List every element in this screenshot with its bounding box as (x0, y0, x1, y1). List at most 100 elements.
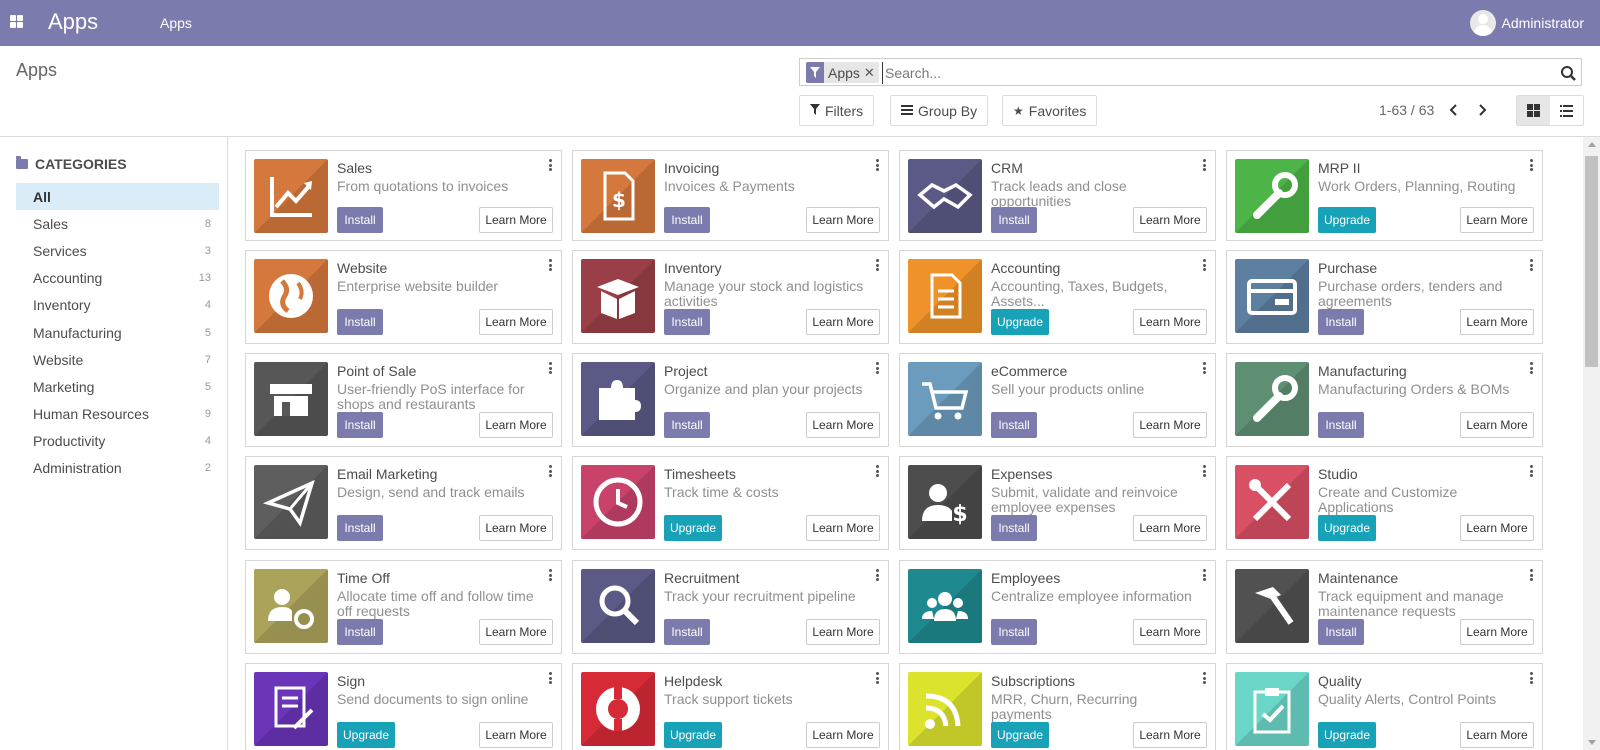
group-by-button[interactable]: Group By (890, 95, 989, 126)
list-view-icon[interactable] (1550, 96, 1583, 125)
learn-more-button[interactable]: Learn More (479, 207, 553, 233)
sidebar-item-services[interactable]: Services 3 (16, 237, 219, 264)
app-card-timesheets[interactable]: Timesheets Track time & costs Upgrade Le… (572, 456, 889, 550)
learn-more-button[interactable]: Learn More (479, 619, 553, 645)
learn-more-button[interactable]: Learn More (1460, 412, 1534, 438)
learn-more-button[interactable]: Learn More (479, 412, 553, 438)
learn-more-button[interactable]: Learn More (806, 309, 880, 335)
kebab-menu-icon[interactable] (1203, 465, 1207, 479)
learn-more-button[interactable]: Learn More (1460, 515, 1534, 541)
learn-more-button[interactable]: Learn More (1133, 722, 1207, 748)
facet-remove-icon[interactable]: ✕ (864, 65, 879, 81)
app-card-point-of-sale[interactable]: Point of Sale User-friendly PoS interfac… (245, 353, 562, 447)
app-card-sales[interactable]: Sales From quotations to invoices Instal… (245, 150, 562, 241)
kebab-menu-icon[interactable] (1530, 465, 1534, 479)
learn-more-button[interactable]: Learn More (806, 722, 880, 748)
kebab-menu-icon[interactable] (1530, 672, 1534, 686)
kebab-menu-icon[interactable] (549, 569, 553, 583)
sidebar-item-website[interactable]: Website 7 (16, 346, 219, 373)
install-button[interactable]: Install (337, 619, 383, 645)
sidebar-item-all[interactable]: All (16, 183, 219, 211)
install-button[interactable]: Install (1318, 309, 1364, 335)
nav-menu-apps[interactable]: Apps (160, 15, 192, 31)
kebab-menu-icon[interactable] (1203, 259, 1207, 273)
kebab-menu-icon[interactable] (549, 362, 553, 376)
sidebar-item-sales[interactable]: Sales 8 (16, 210, 219, 237)
learn-more-button[interactable]: Learn More (806, 515, 880, 541)
pager-next-icon[interactable] (1472, 99, 1492, 121)
app-card-accounting[interactable]: Accounting Accounting, Taxes, Budgets, A… (899, 250, 1216, 344)
upgrade-button[interactable]: Upgrade (991, 722, 1049, 748)
kebab-menu-icon[interactable] (549, 465, 553, 479)
kebab-menu-icon[interactable] (1203, 569, 1207, 583)
upgrade-button[interactable]: Upgrade (1318, 722, 1376, 748)
install-button[interactable]: Install (991, 207, 1037, 233)
app-card-website[interactable]: Website Enterprise website builder Insta… (245, 250, 562, 344)
sidebar-item-accounting[interactable]: Accounting 13 (16, 265, 219, 292)
learn-more-button[interactable]: Learn More (806, 412, 880, 438)
install-button[interactable]: Install (664, 207, 710, 233)
app-card-subscriptions[interactable]: Subscriptions MRR, Churn, Recurring paym… (899, 663, 1216, 750)
learn-more-button[interactable]: Learn More (806, 619, 880, 645)
app-card-ecommerce[interactable]: eCommerce Sell your products online Inst… (899, 353, 1216, 447)
kebab-menu-icon[interactable] (1530, 569, 1534, 583)
kebab-menu-icon[interactable] (876, 159, 880, 173)
app-card-sign[interactable]: Sign Send documents to sign online Upgra… (245, 663, 562, 750)
learn-more-button[interactable]: Learn More (1133, 207, 1207, 233)
learn-more-button[interactable]: Learn More (1133, 412, 1207, 438)
app-card-email-marketing[interactable]: Email Marketing Design, send and track e… (245, 456, 562, 550)
install-button[interactable]: Install (991, 412, 1037, 438)
app-card-project[interactable]: Project Organize and plan your projects … (572, 353, 889, 447)
app-menu-grid-icon[interactable] (10, 15, 23, 28)
learn-more-button[interactable]: Learn More (1133, 515, 1207, 541)
upgrade-button[interactable]: Upgrade (1318, 515, 1376, 541)
learn-more-button[interactable]: Learn More (479, 515, 553, 541)
app-card-purchase[interactable]: Purchase Purchase orders, tenders and ag… (1226, 250, 1543, 344)
kebab-menu-icon[interactable] (1203, 362, 1207, 376)
install-button[interactable]: Install (337, 309, 383, 335)
app-card-time-off[interactable]: Time Off Allocate time off and follow ti… (245, 560, 562, 654)
learn-more-button[interactable]: Learn More (806, 207, 880, 233)
app-card-employees[interactable]: Employees Centralize employee informatio… (899, 560, 1216, 654)
app-card-mrp-ii[interactable]: MRP II Work Orders, Planning, Routing Up… (1226, 150, 1543, 241)
learn-more-button[interactable]: Learn More (1133, 619, 1207, 645)
install-button[interactable]: Install (664, 619, 710, 645)
install-button[interactable]: Install (664, 412, 710, 438)
app-card-studio[interactable]: Studio Create and Customize Applications… (1226, 456, 1543, 550)
upgrade-button[interactable]: Upgrade (1318, 207, 1376, 233)
upgrade-button[interactable]: Upgrade (337, 722, 395, 748)
kebab-menu-icon[interactable] (1530, 362, 1534, 376)
app-card-maintenance[interactable]: Maintenance Track equipment and manage m… (1226, 560, 1543, 654)
kebab-menu-icon[interactable] (876, 672, 880, 686)
kebab-menu-icon[interactable] (1530, 259, 1534, 273)
install-button[interactable]: Install (1318, 412, 1364, 438)
search-input[interactable] (882, 62, 1542, 84)
kanban-view-icon[interactable] (1517, 96, 1550, 125)
pager-previous-icon[interactable] (1444, 99, 1464, 121)
install-button[interactable]: Install (991, 515, 1037, 541)
search-icon[interactable] (1557, 62, 1579, 84)
favorites-button[interactable]: ★ Favorites (1002, 95, 1098, 126)
scroll-up-icon[interactable] (1588, 142, 1596, 147)
sidebar-item-marketing[interactable]: Marketing 5 (16, 373, 219, 400)
sidebar-item-productivity[interactable]: Productivity 4 (16, 428, 219, 455)
learn-more-button[interactable]: Learn More (479, 309, 553, 335)
learn-more-button[interactable]: Learn More (1460, 309, 1534, 335)
kebab-menu-icon[interactable] (876, 465, 880, 479)
kebab-menu-icon[interactable] (549, 259, 553, 273)
sidebar-item-manufacturing[interactable]: Manufacturing 5 (16, 319, 219, 346)
app-card-manufacturing[interactable]: Manufacturing Manufacturing Orders & BOM… (1226, 353, 1543, 447)
app-card-quality[interactable]: Quality Quality Alerts, Control Points U… (1226, 663, 1543, 750)
app-card-helpdesk[interactable]: Helpdesk Track support tickets Upgrade L… (572, 663, 889, 750)
install-button[interactable]: Install (991, 619, 1037, 645)
scroll-down-icon[interactable] (1588, 740, 1596, 745)
app-card-inventory[interactable]: Inventory Manage your stock and logistic… (572, 250, 889, 344)
sidebar-item-administration[interactable]: Administration 2 (16, 455, 219, 482)
upgrade-button[interactable]: Upgrade (991, 309, 1049, 335)
learn-more-button[interactable]: Learn More (1460, 207, 1534, 233)
kebab-menu-icon[interactable] (549, 672, 553, 686)
learn-more-button[interactable]: Learn More (1133, 309, 1207, 335)
kebab-menu-icon[interactable] (1203, 159, 1207, 173)
install-button[interactable]: Install (337, 207, 383, 233)
upgrade-button[interactable]: Upgrade (664, 515, 722, 541)
